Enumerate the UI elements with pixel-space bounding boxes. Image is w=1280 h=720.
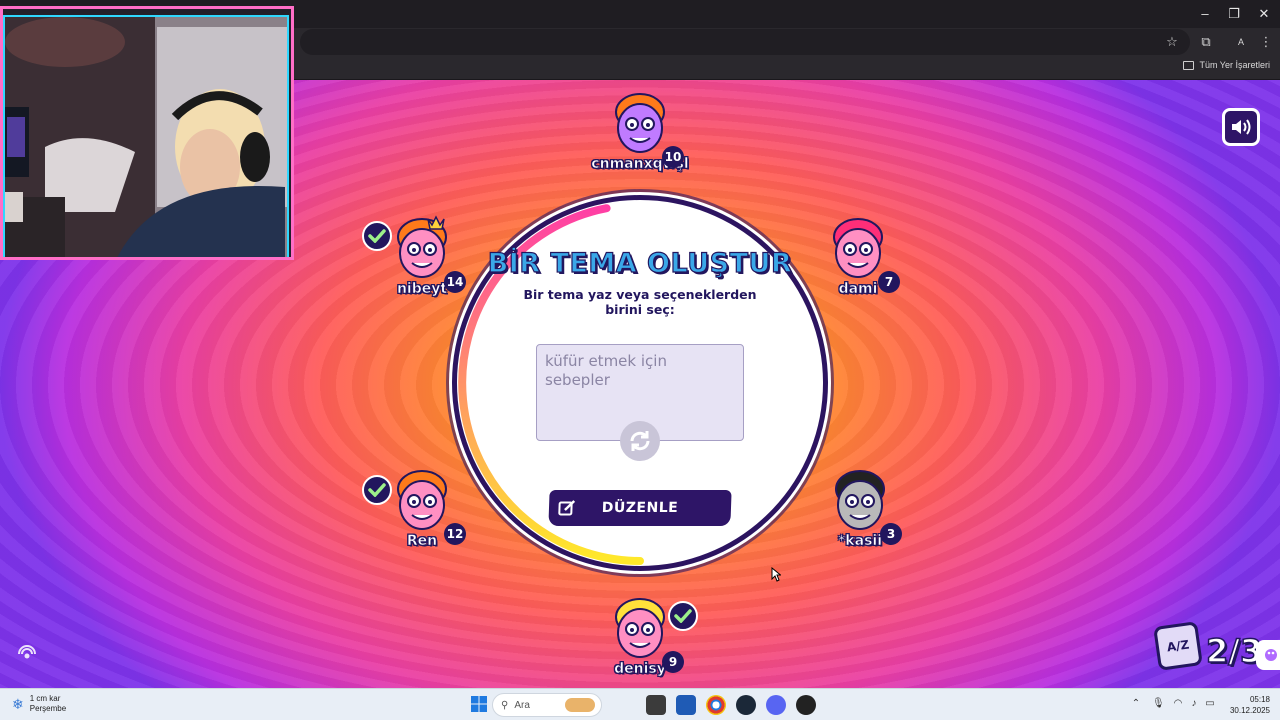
windows-taskbar: ❄ 1 cm kar Perşembe ⚲ Ara ⌃ 🎙 ◠ ♪ ▭ 05:1… [0, 688, 1280, 720]
browser-menu-icon[interactable]: ⋮ [1256, 32, 1276, 52]
palette-icon [1265, 649, 1277, 661]
task-view-icon[interactable] [646, 695, 666, 715]
weather-temp: 1 cm kar [29, 694, 61, 703]
player-score: 10 [662, 146, 684, 168]
avatar [615, 598, 665, 658]
steam-icon[interactable] [736, 695, 756, 715]
avatar [833, 218, 883, 278]
weather-widget[interactable]: ❄ 1 cm kar Perşembe [12, 694, 66, 714]
player-score: 3 [880, 523, 902, 545]
windows-logo-icon [471, 696, 487, 712]
gartic-phone-logo [16, 638, 136, 678]
minimize-icon[interactable]: – [1190, 3, 1220, 25]
battery-icon[interactable]: ▭ [1204, 698, 1216, 710]
sound-toggle-button[interactable] [1222, 108, 1260, 146]
volume-icon[interactable]: ♪ [1188, 698, 1200, 710]
player-card: denisy 9 [580, 595, 700, 688]
clock-time: 05:18 [1249, 695, 1270, 704]
player-score: 12 [444, 523, 466, 545]
app-icon[interactable] [796, 695, 816, 715]
player-name: *kasii [837, 533, 883, 550]
round-counter: 2/3 [1205, 631, 1263, 671]
player-card: *kasii 3 [800, 467, 920, 567]
all-bookmarks-button[interactable]: Tüm Yer İşaretleri [1183, 60, 1270, 70]
checkmark-icon [668, 601, 698, 631]
search-icon: ⚲ [501, 699, 509, 711]
round-badge-icon: A/Z [1153, 621, 1203, 671]
logo-mark-icon [18, 645, 36, 659]
checkmark-icon [362, 475, 392, 505]
webcam-person-image [5, 17, 287, 257]
side-tab[interactable] [1256, 640, 1280, 670]
refresh-icon [630, 431, 650, 451]
address-bar[interactable]: ☆ [300, 29, 1190, 55]
checkmark-icon [362, 221, 392, 251]
edit-icon [558, 500, 576, 516]
microphone-icon[interactable]: 🎙 [1152, 698, 1165, 710]
edit-button[interactable]: DÜZENLE [548, 490, 732, 526]
restore-icon[interactable]: ❐ [1219, 3, 1249, 25]
folder-icon [1183, 60, 1195, 70]
mouse-cursor-icon [771, 567, 781, 582]
avatar [397, 470, 447, 530]
wifi-icon[interactable]: ◠ [1172, 698, 1184, 710]
page-title: BİR TEMA OLUŞTUR [487, 247, 793, 279]
player-card: dami 7 [798, 215, 918, 315]
webcam-feed [3, 15, 289, 257]
search-placeholder: Ara [514, 699, 530, 711]
player-card: nibeyt 14 [362, 215, 482, 315]
bookmark-star-icon[interactable]: ☆ [1162, 32, 1182, 52]
clock-date: 30.12.2025 [1229, 706, 1270, 715]
search-highlight-icon [565, 698, 595, 712]
player-card: cnmanxqwşl 10 [580, 90, 700, 190]
avatar [397, 215, 447, 278]
edit-button-label: DÜZENLE [601, 500, 679, 516]
player-score: 9 [662, 651, 684, 673]
system-clock[interactable]: 05:18 30.12.2025 [1230, 694, 1270, 716]
player-score: 7 [878, 271, 900, 293]
start-button[interactable] [470, 695, 490, 715]
webcam-overlay [0, 6, 294, 260]
instruction-text: Bir tema yaz veya seçeneklerden birini s… [523, 287, 757, 317]
extensions-icon[interactable]: ⧉ [1196, 32, 1216, 52]
player-card: Ren 12 [362, 467, 482, 567]
tray-chevron-icon[interactable]: ⌃ [1130, 698, 1142, 710]
chrome-icon[interactable] [706, 695, 726, 715]
taskbar-search[interactable]: ⚲ Ara [492, 693, 602, 717]
player-score: 14 [444, 271, 466, 293]
weather-day: Perşembe [29, 704, 67, 713]
profile-avatar[interactable]: A [1231, 32, 1251, 52]
speaker-icon [1232, 119, 1251, 135]
refresh-theme-button[interactable] [620, 421, 660, 461]
player-name: dami [838, 281, 878, 298]
discord-icon[interactable] [766, 695, 786, 715]
all-bookmarks-label: Tüm Yer İşaretleri [1199, 60, 1270, 70]
close-icon[interactable]: ✕ [1249, 3, 1279, 25]
snowflake-icon: ❄ [12, 695, 24, 712]
store-icon[interactable] [676, 695, 696, 715]
avatar [615, 93, 665, 153]
avatar [835, 470, 885, 530]
